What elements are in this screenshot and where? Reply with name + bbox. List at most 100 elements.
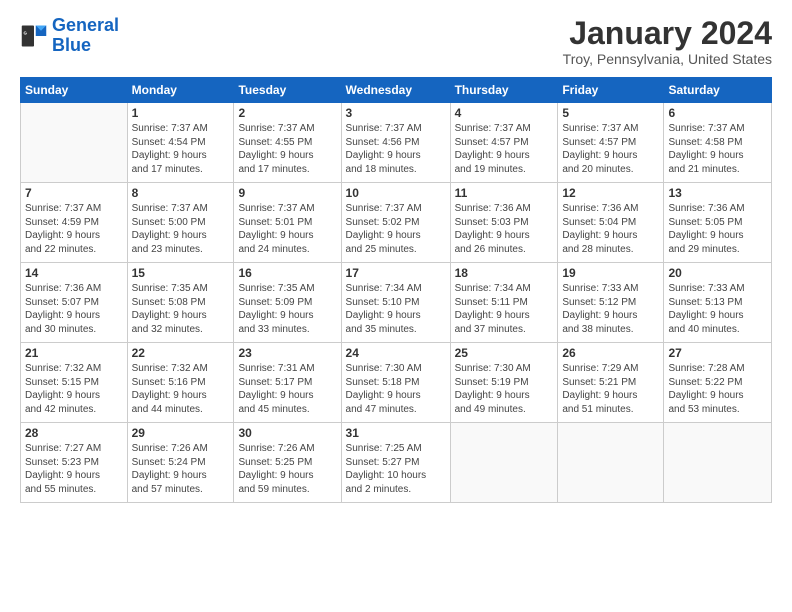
day-number: 20: [668, 266, 767, 280]
day-info: Sunrise: 7:37 AM Sunset: 4:59 PM Dayligh…: [25, 202, 123, 256]
day-info: Sunrise: 7:25 AM Sunset: 5:27 PM Dayligh…: [346, 442, 446, 496]
day-info: Sunrise: 7:29 AM Sunset: 5:21 PM Dayligh…: [562, 362, 659, 416]
day-number: 16: [238, 266, 336, 280]
title-block: January 2024 Troy, Pennsylvania, United …: [563, 16, 772, 67]
day-number: 15: [132, 266, 230, 280]
day-cell: 16Sunrise: 7:35 AM Sunset: 5:09 PM Dayli…: [234, 263, 341, 343]
day-cell: 21 Sunrise: 7:32 AM Sunset: 5:15 PM Dayli…: [21, 343, 128, 423]
day-cell: 29 Sunrise: 7:26 AM Sunset: 5:24 PM Dayli…: [127, 423, 234, 503]
header: G General Blue January 2024 Troy, Pennsy…: [20, 16, 772, 67]
day-info: Sunrise: 7:37 AM Sunset: 5:02 PM Dayligh…: [346, 202, 446, 256]
day-info: Sunrise: 7:32 AM Sunset: 5:15 PM Dayligh…: [25, 362, 123, 416]
day-info: Sunrise: 7:35 AM Sunset: 5:08 PM Dayligh…: [132, 282, 230, 336]
day-info: Sunrise: 7:37 AM Sunset: 4:57 PM Dayligh…: [562, 122, 659, 176]
day-number: 19: [562, 266, 659, 280]
day-number: 26: [562, 346, 659, 360]
week-row-1: 7 Sunrise: 7:37 AM Sunset: 4:59 PM Daylig…: [21, 183, 772, 263]
day-info: Sunrise: 7:37 AM Sunset: 5:01 PM Dayligh…: [238, 202, 336, 256]
day-number: 4: [455, 106, 554, 120]
day-info: Sunrise: 7:31 AM Sunset: 5:17 PM Dayligh…: [238, 362, 336, 416]
day-info: Sunrise: 7:33 AM Sunset: 5:12 PM Dayligh…: [562, 282, 659, 336]
page: G General Blue January 2024 Troy, Pennsy…: [0, 0, 792, 612]
week-row-3: 21 Sunrise: 7:32 AM Sunset: 5:15 PM Dayli…: [21, 343, 772, 423]
day-info: Sunrise: 7:37 AM Sunset: 4:54 PM Dayligh…: [132, 122, 230, 176]
calendar-table: SundayMondayTuesdayWednesdayThursdayFrid…: [20, 77, 772, 503]
day-cell: 1 Sunrise: 7:37 AM Sunset: 4:54 PM Daylig…: [127, 103, 234, 183]
day-cell: 18 Sunrise: 7:34 AM Sunset: 5:11 PM Dayli…: [450, 263, 558, 343]
day-info: Sunrise: 7:34 AM Sunset: 5:11 PM Dayligh…: [455, 282, 554, 336]
day-info: Sunrise: 7:36 AM Sunset: 5:05 PM Dayligh…: [668, 202, 767, 256]
day-number: 10: [346, 186, 446, 200]
day-number: 3: [346, 106, 446, 120]
header-friday: Friday: [558, 78, 664, 103]
logo: G General Blue: [20, 16, 119, 56]
day-info: Sunrise: 7:36 AM Sunset: 5:03 PM Dayligh…: [455, 202, 554, 256]
subtitle: Troy, Pennsylvania, United States: [563, 51, 772, 67]
day-info: Sunrise: 7:26 AM Sunset: 5:24 PM Dayligh…: [132, 442, 230, 496]
day-number: 24: [346, 346, 446, 360]
day-cell: 11 Sunrise: 7:36 AM Sunset: 5:03 PM Dayli…: [450, 183, 558, 263]
main-title: January 2024: [563, 16, 772, 51]
day-number: 8: [132, 186, 230, 200]
day-number: 13: [668, 186, 767, 200]
day-cell: 5 Sunrise: 7:37 AM Sunset: 4:57 PM Daylig…: [558, 103, 664, 183]
day-number: 23: [238, 346, 336, 360]
day-number: 5: [562, 106, 659, 120]
day-cell: 3Sunrise: 7:37 AM Sunset: 4:56 PM Daylig…: [341, 103, 450, 183]
header-saturday: Saturday: [664, 78, 772, 103]
day-info: Sunrise: 7:33 AM Sunset: 5:13 PM Dayligh…: [668, 282, 767, 336]
day-info: Sunrise: 7:30 AM Sunset: 5:19 PM Dayligh…: [455, 362, 554, 416]
logo-line1: General: [52, 15, 119, 35]
day-cell: 24 Sunrise: 7:30 AM Sunset: 5:18 PM Dayli…: [341, 343, 450, 423]
day-info: Sunrise: 7:27 AM Sunset: 5:23 PM Dayligh…: [25, 442, 123, 496]
day-number: 21: [25, 346, 123, 360]
day-number: 28: [25, 426, 123, 440]
day-cell: 13 Sunrise: 7:36 AM Sunset: 5:05 PM Dayli…: [664, 183, 772, 263]
day-cell: 22Sunrise: 7:32 AM Sunset: 5:16 PM Dayli…: [127, 343, 234, 423]
day-cell: 31 Sunrise: 7:25 AM Sunset: 5:27 PM Dayli…: [341, 423, 450, 503]
day-number: 17: [346, 266, 446, 280]
day-cell: [558, 423, 664, 503]
day-number: 1: [132, 106, 230, 120]
day-number: 11: [455, 186, 554, 200]
day-number: 7: [25, 186, 123, 200]
day-cell: 4Sunrise: 7:37 AM Sunset: 4:57 PM Daylig…: [450, 103, 558, 183]
day-cell: 14 Sunrise: 7:36 AM Sunset: 5:07 PM Dayli…: [21, 263, 128, 343]
day-info: Sunrise: 7:37 AM Sunset: 5:00 PM Dayligh…: [132, 202, 230, 256]
day-number: 30: [238, 426, 336, 440]
day-cell: 15 Sunrise: 7:35 AM Sunset: 5:08 PM Dayli…: [127, 263, 234, 343]
day-number: 25: [455, 346, 554, 360]
day-cell: 20 Sunrise: 7:33 AM Sunset: 5:13 PM Dayli…: [664, 263, 772, 343]
day-info: Sunrise: 7:37 AM Sunset: 4:55 PM Dayligh…: [238, 122, 336, 176]
day-cell: 9Sunrise: 7:37 AM Sunset: 5:01 PM Daylig…: [234, 183, 341, 263]
week-row-4: 28 Sunrise: 7:27 AM Sunset: 5:23 PM Dayli…: [21, 423, 772, 503]
calendar-header-row: SundayMondayTuesdayWednesdayThursdayFrid…: [21, 78, 772, 103]
day-cell: 12Sunrise: 7:36 AM Sunset: 5:04 PM Dayli…: [558, 183, 664, 263]
day-info: Sunrise: 7:36 AM Sunset: 5:07 PM Dayligh…: [25, 282, 123, 336]
day-cell: 10 Sunrise: 7:37 AM Sunset: 5:02 PM Dayli…: [341, 183, 450, 263]
day-cell: [450, 423, 558, 503]
header-tuesday: Tuesday: [234, 78, 341, 103]
day-cell: 30 Sunrise: 7:26 AM Sunset: 5:25 PM Dayli…: [234, 423, 341, 503]
day-cell: 27Sunrise: 7:28 AM Sunset: 5:22 PM Dayli…: [664, 343, 772, 423]
logo-icon: G: [20, 22, 48, 50]
day-number: 14: [25, 266, 123, 280]
day-info: Sunrise: 7:32 AM Sunset: 5:16 PM Dayligh…: [132, 362, 230, 416]
day-cell: [664, 423, 772, 503]
svg-text:G: G: [24, 30, 28, 35]
day-cell: 23 Sunrise: 7:31 AM Sunset: 5:17 PM Dayli…: [234, 343, 341, 423]
header-sunday: Sunday: [21, 78, 128, 103]
day-number: 18: [455, 266, 554, 280]
day-info: Sunrise: 7:30 AM Sunset: 5:18 PM Dayligh…: [346, 362, 446, 416]
week-row-2: 14 Sunrise: 7:36 AM Sunset: 5:07 PM Dayli…: [21, 263, 772, 343]
day-number: 29: [132, 426, 230, 440]
day-info: Sunrise: 7:36 AM Sunset: 5:04 PM Dayligh…: [562, 202, 659, 256]
header-wednesday: Wednesday: [341, 78, 450, 103]
day-number: 31: [346, 426, 446, 440]
header-monday: Monday: [127, 78, 234, 103]
day-cell: 26 Sunrise: 7:29 AM Sunset: 5:21 PM Dayli…: [558, 343, 664, 423]
day-cell: 8 Sunrise: 7:37 AM Sunset: 5:00 PM Daylig…: [127, 183, 234, 263]
day-info: Sunrise: 7:26 AM Sunset: 5:25 PM Dayligh…: [238, 442, 336, 496]
day-cell: 25 Sunrise: 7:30 AM Sunset: 5:19 PM Dayli…: [450, 343, 558, 423]
day-cell: 7 Sunrise: 7:37 AM Sunset: 4:59 PM Daylig…: [21, 183, 128, 263]
